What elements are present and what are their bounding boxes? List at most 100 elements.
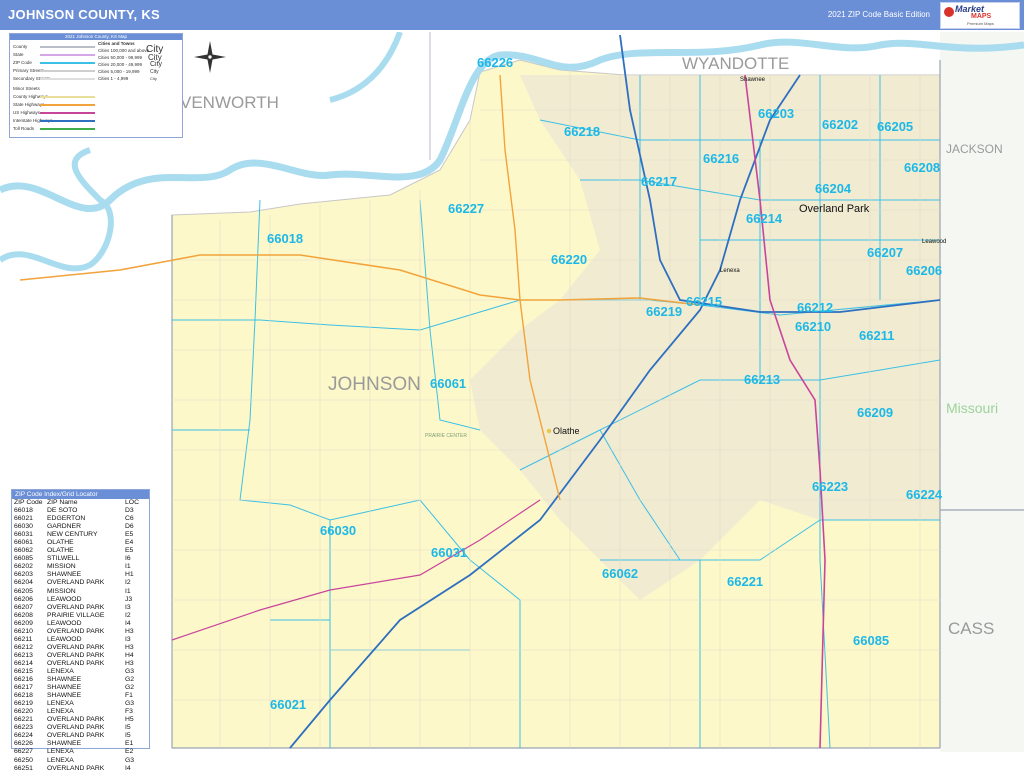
legend-swatch [40,46,95,48]
zip-code-cell: 66251 [14,764,33,772]
table-row: 66223 OVERLAND PARK I5 [12,724,149,732]
table-row: 66018 DE SOTO D3 [12,507,149,515]
zip-label: 66207 [867,245,903,260]
zip-label: 66211 [859,328,894,343]
zip-name-cell: PRAIRIE VILLAGE [47,611,105,619]
col-header-loc: LOC [125,499,139,506]
locator-title: ZIP Code Index/Grid Locator [12,490,149,499]
zip-code-cell: 66223 [14,724,33,732]
zip-code-cell: 66250 [14,756,33,764]
table-row: 66224 OVERLAND PARK I5 [12,732,149,740]
loc-cell: H3 [125,643,134,651]
zip-code-cell: 66203 [14,571,33,579]
county-label-cass: CASS [948,619,994,638]
loc-cell: I2 [125,579,131,587]
table-row: 66085 STILWELL I6 [12,555,149,563]
zip-name-cell: STILWELL [47,555,80,563]
legend-city-sample: City [150,61,163,68]
zip-name-cell: SHAWNEE [47,740,82,748]
zip-code-cell: 66031 [14,531,33,539]
zip-label: 66030 [320,523,356,538]
zip-name-cell: EDGERTON [47,515,86,523]
zip-label: 66227 [448,201,484,216]
zip-name-cell: OVERLAND PARK [47,724,105,732]
map-header: JOHNSON COUNTY, KS 2021 ZIP Code Basic E… [0,0,1024,30]
county-map[interactable]: WYANDOTTE VENWORTH JACKSON JOHNSON CASS … [0,32,1024,752]
logo-text-2: MAPS [971,13,992,20]
loc-cell: D3 [125,507,134,515]
legend-item: US Highways [13,110,41,115]
zip-label: 66213 [744,372,780,387]
table-row: 66215 LENEXA G3 [12,668,149,676]
legend-city-size: Cities 100,000 and above [98,48,150,53]
loc-cell: C6 [125,515,134,523]
legend-swatch [40,120,95,122]
zip-label: 66206 [906,263,942,278]
loc-cell: G2 [125,676,135,684]
legend-item: State [13,52,24,57]
zip-name-cell: OVERLAND PARK [47,603,105,611]
zip-label: 66031 [431,545,467,560]
zip-name-cell: OVERLAND PARK [47,579,105,587]
loc-cell: G3 [125,756,135,764]
table-row: 66203 SHAWNEE H1 [12,571,149,579]
table-row: 66219 LENEXA G3 [12,700,149,708]
zip-code-cell: 66204 [14,579,33,587]
state-label-missouri: Missouri [946,400,998,416]
city-label-lenexa: Lenexa [720,268,740,274]
table-row: 66212 OVERLAND PARK H3 [12,644,149,652]
zip-label: 66018 [267,231,303,246]
legend-city-sample: City [150,69,159,75]
zip-label: 66062 [602,566,638,581]
edition-label: 2021 ZIP Code Basic Edition [827,10,930,19]
table-row: 66206 LEAWOOD J3 [12,596,149,604]
table-row: 66210 OVERLAND PARK H3 [12,628,149,636]
zip-code-cell: 66021 [14,515,33,523]
table-row: 66202 MISSION I1 [12,563,149,571]
legend-item: ZIP Code [13,60,32,65]
publisher-logo: Market MAPS Premium Maps [940,2,1020,29]
zip-name-cell: OVERLAND PARK [47,732,105,740]
map-title: JOHNSON COUNTY, KS [8,7,161,22]
loc-cell: H3 [125,659,134,667]
loc-cell: G2 [125,684,135,692]
table-row: 66061 OLATHE E4 [12,539,149,547]
zip-code-cell: 66212 [14,643,33,651]
loc-cell: H5 [125,716,134,724]
zip-label: 66210 [795,319,831,334]
table-row: 66226 SHAWNEE E1 [12,740,149,748]
zip-label: 66215 [686,294,722,309]
loc-cell: J3 [125,595,133,603]
zip-label: 66085 [853,633,889,648]
table-row: 66216 SHAWNEE G2 [12,676,149,684]
zip-name-cell: OVERLAND PARK [47,651,105,659]
zip-code-cell: 66206 [14,595,33,603]
zip-name-cell: LENEXA [47,667,74,675]
county-label-johnson: JOHNSON [328,374,421,395]
zip-label: 66209 [857,405,893,420]
loc-cell: E1 [125,740,134,748]
zip-name-cell: SHAWNEE [47,692,82,700]
zip-label: 66223 [812,479,848,494]
zip-code-cell: 66202 [14,563,33,571]
loc-cell: H3 [125,627,134,635]
loc-cell: F3 [125,708,133,716]
zip-label: 66203 [758,106,794,121]
zip-name-cell: LEAWOOD [47,595,82,603]
legend-city-size: Cities 20,000 - 49,999 [98,62,143,67]
loc-cell: I5 [125,732,131,740]
loc-cell: I2 [125,611,131,619]
zip-label: 66214 [746,211,783,226]
table-row: 66207 OVERLAND PARK I3 [12,604,149,612]
zip-name-cell: OLATHE [47,547,74,555]
loc-cell: I4 [125,619,131,627]
loc-cell: E5 [125,547,134,555]
zip-code-cell: 66030 [14,523,33,531]
table-row: 66208 PRAIRIE VILLAGE I2 [12,612,149,620]
zip-code-cell: 66215 [14,667,33,675]
loc-cell: G3 [125,667,135,675]
table-row: 66021 EDGERTON C6 [12,515,149,523]
col-header-zip: ZIP Code [14,499,43,506]
legend-city-size: Cities 50,000 - 99,999 [98,55,143,60]
zip-label: 66217 [641,174,677,189]
